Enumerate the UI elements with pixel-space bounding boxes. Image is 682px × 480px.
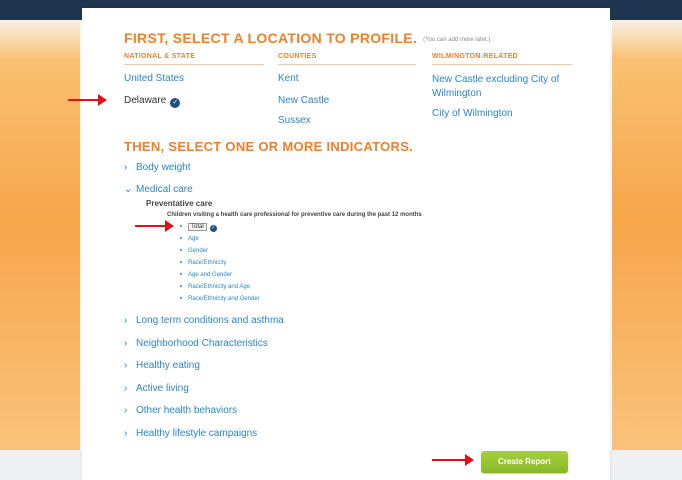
column-divider [278,64,416,65]
chevron-right-icon: › [124,405,128,416]
category-other-health-behaviors[interactable]: › Other health behaviors [124,405,237,416]
location-city-of-wilmington[interactable]: City of Wilmington [432,108,513,119]
breakdown-label: Total [188,223,207,231]
location-delaware[interactable]: Delaware ✓ [124,95,181,108]
chevron-right-icon: › [124,360,128,371]
category-label: Other health behaviors [136,405,238,416]
bullet-icon [180,261,182,263]
category-label: Active living [136,383,189,394]
breakdown-label: Race/Ethnicity and Age [188,284,251,290]
category-label: Medical care [136,184,193,195]
arrow-right-icon [432,454,474,466]
breakdown-age[interactable]: Age [180,236,199,242]
location-delaware-label: Delaware [124,95,167,106]
locations-note: (You can add more later.) [423,37,491,43]
location-sussex[interactable]: Sussex [278,115,311,126]
category-label: Long term conditions and asthma [136,315,284,326]
column-header-national-state: NATIONAL & STATE [124,53,196,60]
category-healthy-lifestyle-campaigns[interactable]: › Healthy lifestyle campaigns [124,428,257,439]
bullet-icon [180,297,182,299]
locations-heading: FIRST, SELECT A LOCATION TO PROFILE. (You… [124,30,491,46]
category-label: Healthy eating [136,360,200,371]
column-header-counties: COUNTIES [278,53,317,60]
category-label: Healthy lifestyle campaigns [136,428,258,439]
bullet-icon [180,285,182,287]
chevron-down-icon: ⌄ [124,184,133,195]
breakdown-race-ethnicity[interactable]: Race/Ethnicity [180,260,226,266]
breakdown-age-and-gender[interactable]: Age and Gender [180,272,232,278]
arrow-right-icon [135,220,174,232]
column-header-wilmington: WILMINGTON-RELATED [432,53,519,60]
chevron-right-icon: › [124,338,128,349]
column-divider [432,64,572,65]
location-kent[interactable]: Kent [278,73,299,84]
location-united-states[interactable]: United States [124,73,184,84]
check-circle-icon: ✓ [209,225,217,232]
category-healthy-eating[interactable]: › Healthy eating [124,360,200,371]
bullet-icon [180,237,182,239]
category-label: Neighborhood Characteristics [136,338,268,349]
breakdown-label: Gender [188,248,209,254]
chevron-right-icon: › [124,428,128,439]
background-right [612,20,682,450]
category-label: Body weight [136,162,191,173]
subcategory-preventative-care: Preventative care [146,199,213,208]
check-circle-icon: ✓ [170,98,181,108]
background-left [0,20,80,450]
location-new-castle-excluding-wilmington[interactable]: New Castle excluding City of Wilmington [432,73,582,101]
breakdown-gender[interactable]: Gender [180,248,208,254]
bullet-icon [180,249,182,251]
category-long-term-conditions[interactable]: › Long term conditions and asthma [124,315,284,326]
breakdown-label: Age and Gender [188,272,233,278]
indicators-heading: THEN, SELECT ONE OR MORE INDICATORS. [124,139,414,154]
indicator-title: Children visiting a health care professi… [167,212,422,218]
breakdown-label: Age [188,236,199,242]
breakdown-label: Race/Ethnicity and Gender [188,296,260,302]
category-medical-care[interactable]: ⌄ Medical care [124,184,193,195]
chevron-right-icon: › [124,383,128,394]
bullet-icon [180,225,182,227]
arrow-right-icon [68,94,107,106]
breakdown-label: Race/Ethnicity [188,260,227,266]
breakdown-total[interactable]: Total ✓ [180,223,217,232]
category-neighborhood-characteristics[interactable]: › Neighborhood Characteristics [124,338,268,349]
bullet-icon [180,273,182,275]
chevron-right-icon: › [124,315,128,326]
category-active-living[interactable]: › Active living [124,383,189,394]
category-body-weight[interactable]: › Body weight [124,162,190,173]
create-report-button[interactable]: Create Report [481,451,568,473]
chevron-right-icon: › [124,162,128,173]
location-new-castle[interactable]: New Castle [278,95,329,106]
breakdown-race-ethnicity-and-age[interactable]: Race/Ethnicity and Age [180,284,250,290]
breakdown-race-ethnicity-and-gender[interactable]: Race/Ethnicity and Gender [180,296,260,302]
column-divider [124,64,264,65]
